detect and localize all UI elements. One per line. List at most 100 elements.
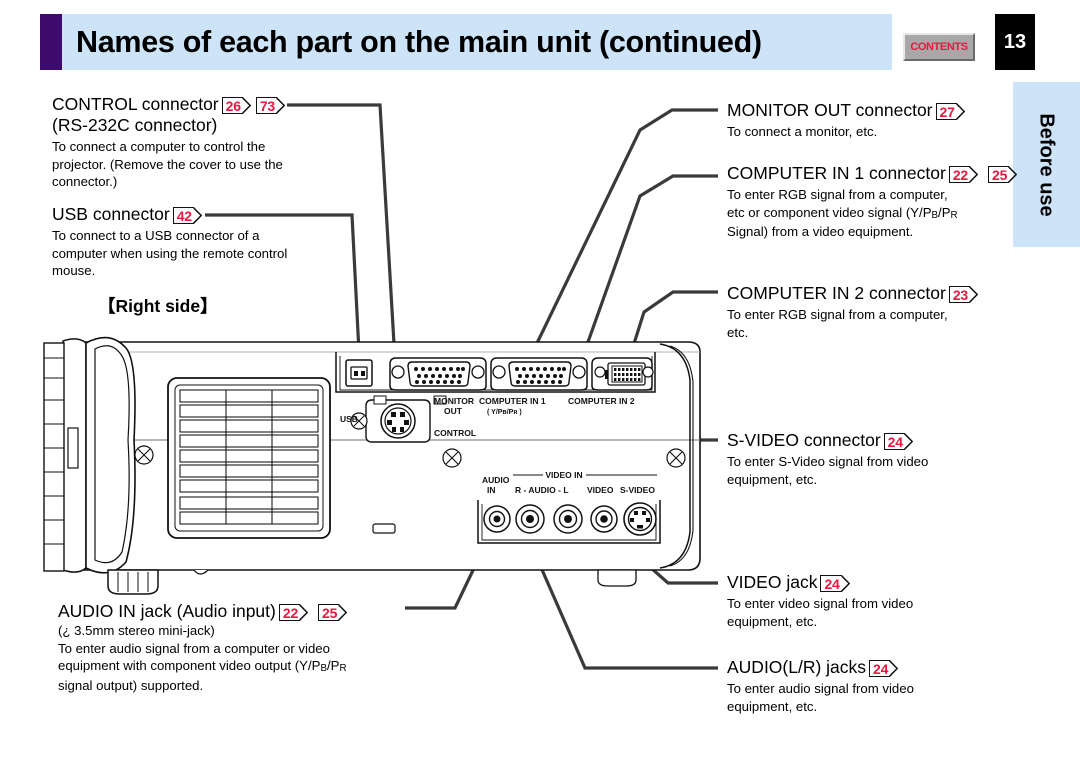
badge-chevron-icon bbox=[1008, 166, 1018, 183]
annotation-computer-in-1-body-line3: Signal) from a video equipment. bbox=[727, 224, 914, 239]
body-small-detail bbox=[372, 523, 396, 534]
adjustment-foot bbox=[107, 569, 159, 595]
lower-panel-recess bbox=[477, 500, 661, 544]
section-label-right-side: 【Right side】 bbox=[98, 293, 218, 318]
annotation-control-subtitle: (RS-232C connector) bbox=[52, 115, 218, 135]
panel-label-r-audio-l: R - AUDIO - L bbox=[515, 485, 569, 495]
annotation-audio-in-jack: AUDIO IN jack (Audio input) 22 25 (¿ 3.5mm… bbox=[58, 601, 478, 694]
page-ref-badge-22-audioin[interactable]: 22 bbox=[278, 604, 309, 621]
dsub-pins bbox=[414, 367, 465, 384]
upper-panel-labels: USB MONITOR OUT CONTROL COMPUTER IN 1 ( … bbox=[340, 396, 635, 438]
contents-button[interactable]: CONTENTS bbox=[903, 33, 975, 61]
annotation-computer-in-1-body-line2: etc or component video signal (Y/PB/PR bbox=[727, 204, 958, 221]
badge-chevron-icon bbox=[889, 660, 899, 677]
annotation-computer-in-1-title-row: COMPUTER IN 1 connector 22 25 bbox=[727, 163, 1027, 184]
leader-line-audio-lr bbox=[527, 520, 718, 670]
annotation-audio-in-body-line3: signal output) supported. bbox=[58, 677, 204, 693]
annotation-computer-in-1: COMPUTER IN 1 connector 22 25 To enter RGB… bbox=[727, 163, 1027, 241]
badge-chevron-icon bbox=[338, 604, 348, 621]
control-panel-screw-cross bbox=[353, 415, 365, 427]
panel-label-monitor-out-1: MONITOR bbox=[434, 396, 474, 406]
dsub-pins bbox=[515, 367, 566, 384]
annotation-audio-lr-body: To enter audio signal from video equipme… bbox=[727, 681, 914, 714]
rear-foot bbox=[597, 569, 637, 587]
page-ref-badge-26[interactable]: 26 bbox=[221, 97, 252, 114]
annotation-computer-in-2-title: COMPUTER IN 2 connector bbox=[727, 283, 946, 303]
panel-label-control: CONTROL bbox=[434, 428, 476, 438]
annotation-computer-in-1-body-line1: To enter RGB signal from a computer, bbox=[727, 187, 948, 202]
annotation-control-body: To connect a computer to control the pro… bbox=[52, 139, 283, 189]
annotation-audio-in-body-line1: To enter audio signal from a computer or… bbox=[58, 640, 330, 656]
badge-chevron-icon bbox=[840, 575, 850, 592]
page-number-label: 13 bbox=[1003, 31, 1027, 53]
page-ref-badge-42[interactable]: 42 bbox=[172, 207, 203, 224]
annotation-audio-lr-jacks: AUDIO(L/R) jacks 24 To enter audio signal… bbox=[727, 657, 1027, 715]
lens-hood-inner bbox=[94, 345, 130, 564]
badge-chevron-icon bbox=[192, 207, 202, 224]
annotation-s-video-title-row: S-VIDEO connector 24 bbox=[727, 430, 1027, 451]
annotation-audio-in-body-line2: equipment with component video output (Y… bbox=[58, 658, 347, 674]
annotation-audio-in-subtitle: (¿ 3.5mm stereo mini-jack) bbox=[58, 623, 215, 638]
page-ref-badge-22[interactable]: 22 bbox=[948, 166, 979, 183]
panel-label-monitor-out-2: OUT bbox=[444, 406, 463, 416]
manual-page: Names of each part on the main unit (con… bbox=[0, 0, 1080, 764]
badge-chevron-icon bbox=[276, 97, 286, 114]
annotation-computer-in-2-body: To enter RGB signal from a computer, etc… bbox=[727, 307, 948, 340]
video-rca-jack bbox=[590, 505, 618, 533]
page-ref-badge-24-audio[interactable]: 24 bbox=[869, 660, 899, 677]
annotation-audio-in-title-row: AUDIO IN jack (Audio input) 22 25 bbox=[58, 601, 478, 622]
annotation-video-body: To enter video signal from video equipme… bbox=[727, 596, 914, 629]
computer-in-2-dvi-connector bbox=[591, 357, 654, 391]
rear-door-curve-inner bbox=[669, 345, 694, 567]
lower-connector-panel bbox=[477, 500, 661, 544]
control-panel-screw bbox=[350, 412, 368, 430]
panel-label-computer-in-1: COMPUTER IN 1 bbox=[479, 396, 546, 406]
adjustment-foot-ridges bbox=[117, 572, 149, 592]
header-accent-bar bbox=[40, 14, 62, 70]
ventilation-grille-inner bbox=[174, 384, 324, 532]
lower-panel-labels: AUDIO IN VIDEO IN R - AUDIO - L VIDEO S-… bbox=[482, 470, 657, 495]
annotation-monitor-out-body: To connect a monitor, etc. bbox=[727, 124, 878, 139]
panel-label-video: VIDEO bbox=[587, 485, 614, 495]
page-ref-badge-25[interactable]: 25 bbox=[988, 166, 1018, 183]
dvi-shell bbox=[607, 362, 646, 386]
audio-in-minijack bbox=[483, 505, 511, 533]
panel-label-usb: USB bbox=[340, 414, 358, 424]
ventilation-grille-frame bbox=[167, 377, 331, 539]
annotation-s-video-title: S-VIDEO connector bbox=[727, 430, 881, 450]
panel-label-video-in-group: VIDEO IN bbox=[545, 470, 582, 480]
ventilation-slats bbox=[179, 389, 319, 525]
annotation-audio-in-title: AUDIO IN jack (Audio input) bbox=[58, 601, 276, 621]
page-ref-badge-27[interactable]: 27 bbox=[935, 103, 966, 120]
computer-in-1-dsub-connector bbox=[490, 357, 588, 391]
page-ref-badge-73[interactable]: 73 bbox=[255, 97, 286, 114]
annotation-usb-connector: USB connector 42 To connect to a USB conn… bbox=[52, 204, 352, 280]
leader-line-s-video bbox=[639, 438, 718, 519]
badge-chevron-icon bbox=[299, 604, 309, 621]
page-ref-badge-23[interactable]: 23 bbox=[948, 286, 979, 303]
annotation-monitor-out-title: MONITOR OUT connector bbox=[727, 100, 933, 120]
panel-label-computer-in-1-sub: ( Y/Pʙ/Pʀ ) bbox=[487, 409, 522, 416]
page-title: Names of each part on the main unit (con… bbox=[76, 25, 762, 59]
lens-hood-outer bbox=[62, 338, 87, 573]
annotation-control-title: CONTROL connector bbox=[52, 94, 219, 114]
audio-l-rca-jack bbox=[553, 504, 583, 534]
foot-notch bbox=[193, 569, 209, 575]
badge-chevron-icon bbox=[955, 103, 965, 120]
projector-main-shell bbox=[61, 341, 701, 571]
annotation-video-title-row: VIDEO jack 24 bbox=[727, 572, 1027, 593]
leader-line-monitor-out bbox=[523, 108, 718, 369]
page-ref-badge-24-svideo[interactable]: 24 bbox=[883, 433, 914, 450]
annotation-video-jack: VIDEO jack 24 To enter video signal from … bbox=[727, 572, 1027, 630]
page-ref-badge-25-audioin[interactable]: 25 bbox=[318, 604, 348, 621]
section-tab-label: Before use bbox=[1035, 113, 1058, 217]
projector-body bbox=[43, 336, 701, 595]
annotation-s-video-body: To enter S-Video signal from video equip… bbox=[727, 454, 929, 487]
panel-label-computer-in-2: COMPUTER IN 2 bbox=[568, 396, 635, 406]
page-ref-badge-24-video[interactable]: 24 bbox=[820, 575, 850, 592]
front-fin-ticks bbox=[44, 357, 64, 545]
section-label-text: 【Right side】 bbox=[98, 296, 218, 316]
annotation-monitor-out: MONITOR OUT connector 27 To connect a mon… bbox=[727, 100, 1027, 141]
badge-chevron-icon bbox=[903, 433, 913, 450]
lens-hood bbox=[85, 336, 136, 574]
